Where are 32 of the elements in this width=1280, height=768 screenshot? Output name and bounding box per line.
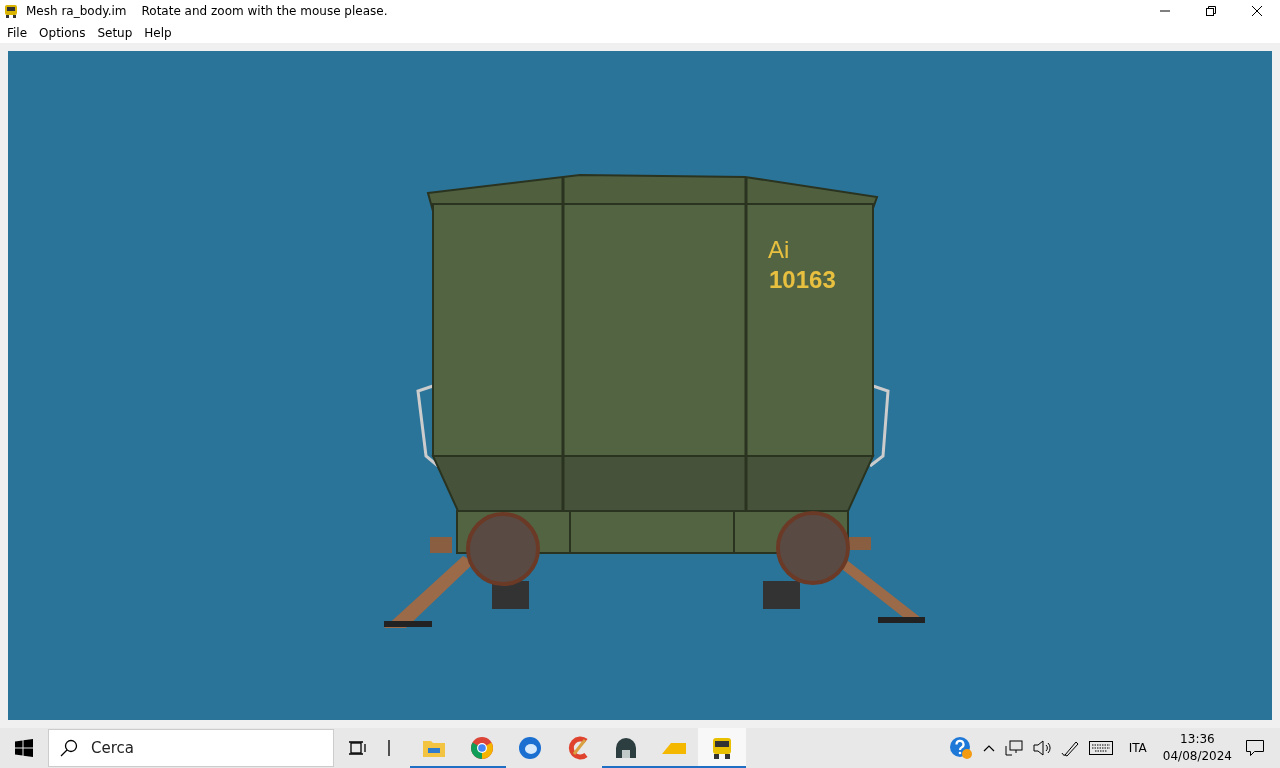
browser-icon [470, 735, 494, 760]
search-field[interactable]: Cerca [48, 729, 334, 767]
input-language[interactable]: ITA [1128, 741, 1147, 755]
wagon-drawing: Ai 10163 [384, 174, 925, 628]
menu-item[interactable]: File [2, 25, 33, 40]
grip-icon [388, 739, 392, 757]
window-message: Rotate and zoom with the mouse please. [141, 4, 388, 18]
3d-viewport[interactable]: Ai 10163 [8, 51, 1272, 720]
pen-icon[interactable] [1060, 739, 1079, 757]
search-icon [60, 739, 78, 757]
menu-item[interactable]: Help [139, 25, 177, 40]
station-icon [614, 735, 638, 760]
close-icon [1251, 5, 1263, 17]
clock-date[interactable]: 04/08/2024 [1162, 748, 1232, 765]
window-title: Mesh ra_body.im [26, 4, 127, 18]
task-view-icon [349, 740, 367, 756]
help-icon[interactable] [948, 736, 973, 760]
taskbar-app[interactable] [698, 728, 746, 768]
brush-icon [566, 735, 590, 760]
chevron-up-icon[interactable] [982, 744, 995, 752]
menu-item[interactable]: Setup [92, 25, 138, 40]
train-app-icon [4, 3, 18, 19]
clock-time[interactable]: 13:36 [1180, 731, 1215, 748]
restore-icon [1205, 5, 1217, 17]
network-icon[interactable] [1004, 740, 1023, 756]
train-icon [711, 735, 733, 760]
menu-item[interactable]: Options [34, 25, 91, 40]
notification-icon[interactable] [1246, 740, 1264, 756]
keyboard-icon[interactable] [1088, 741, 1113, 755]
windows-logo-icon [15, 739, 33, 757]
mail-icon [518, 735, 542, 760]
speaker-icon[interactable] [1032, 740, 1051, 756]
